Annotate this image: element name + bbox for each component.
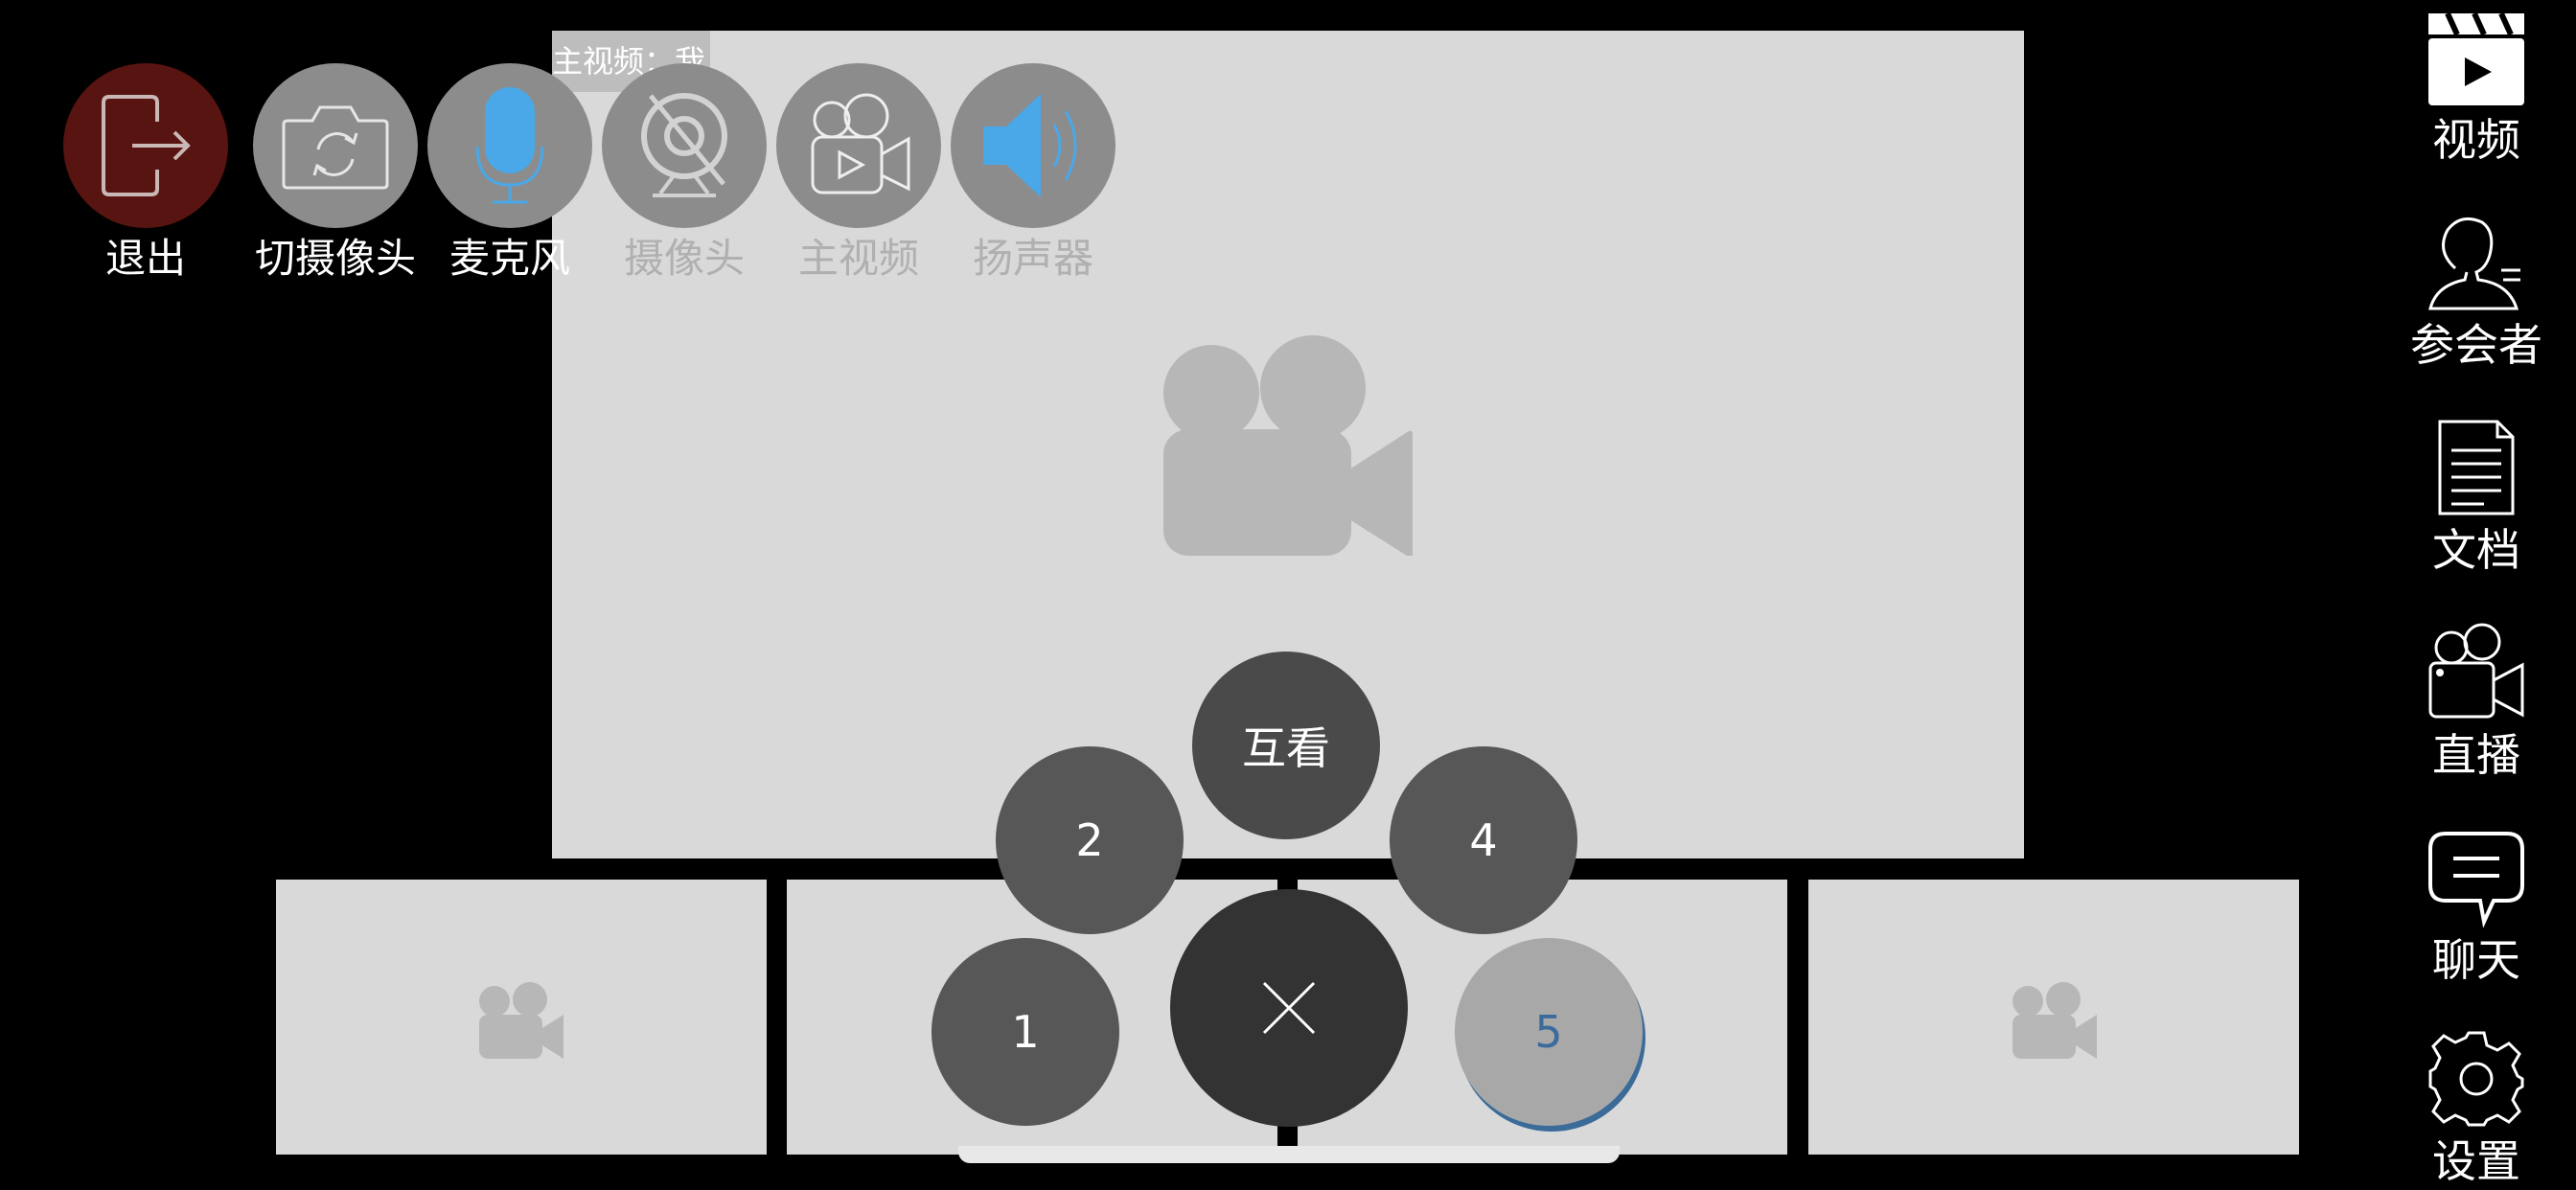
main-video-button[interactable] <box>776 63 941 228</box>
microphone-button[interactable] <box>427 63 592 228</box>
settings-gear-icon <box>2428 1031 2524 1127</box>
speaker-button[interactable] <box>951 63 1116 228</box>
participants-icon <box>2428 217 2520 310</box>
camera-button[interactable] <box>602 63 767 228</box>
sidebar-label-participants: 参会者 <box>2410 319 2542 371</box>
sidebar-label-chat: 聊天 <box>2432 934 2520 986</box>
document-icon <box>2438 420 2515 515</box>
layout-option-4[interactable]: 4 <box>1390 746 1577 934</box>
sidebar-item-live[interactable]: 直播 <box>2377 623 2576 782</box>
sidebar-label-live: 直播 <box>2432 729 2520 781</box>
layout-option-1[interactable]: 1 <box>932 938 1119 1126</box>
sidebar-item-chat[interactable]: 聊天 <box>2377 828 2576 987</box>
video-camera-placeholder-icon <box>479 982 564 1059</box>
sidebar-label-video: 视频 <box>2432 114 2520 166</box>
sidebar-item-settings[interactable]: 设置 <box>2377 1029 2576 1188</box>
sidebar-item-documents[interactable]: 文档 <box>2377 418 2576 577</box>
switch-camera-button[interactable] <box>253 63 418 228</box>
video-camera-placeholder-icon <box>2012 982 2097 1059</box>
layout-option-5[interactable]: 5 <box>1455 938 1643 1126</box>
video-camera-placeholder-icon <box>1163 335 1413 556</box>
sidebar-label-settings: 设置 <box>2432 1135 2520 1187</box>
sidebar-label-documents: 文档 <box>2432 524 2520 576</box>
chat-icon <box>2428 832 2524 927</box>
exit-button[interactable] <box>63 63 228 228</box>
layout-option-2[interactable]: 2 <box>996 746 1184 934</box>
sidebar-item-participants[interactable]: 参会者 <box>2377 213 2576 372</box>
sidebar-item-video[interactable]: 视频 <box>2377 8 2576 167</box>
bottom-bar <box>958 1146 1620 1163</box>
exit-icon <box>102 95 191 196</box>
close-icon <box>1262 981 1316 1035</box>
close-layout-menu-button[interactable] <box>1170 889 1408 1127</box>
switch-camera-icon <box>282 105 389 190</box>
microphone-icon <box>475 87 544 204</box>
live-broadcast-icon <box>2428 623 2524 719</box>
speaker-icon <box>983 94 1077 197</box>
camera-off-icon <box>641 93 727 197</box>
speaker-label: 扬声器 <box>972 235 1093 282</box>
main-video-icon <box>811 93 910 195</box>
layout-option-mutual-view[interactable]: 互看 <box>1192 652 1380 839</box>
video-clapper-icon <box>2428 11 2524 105</box>
